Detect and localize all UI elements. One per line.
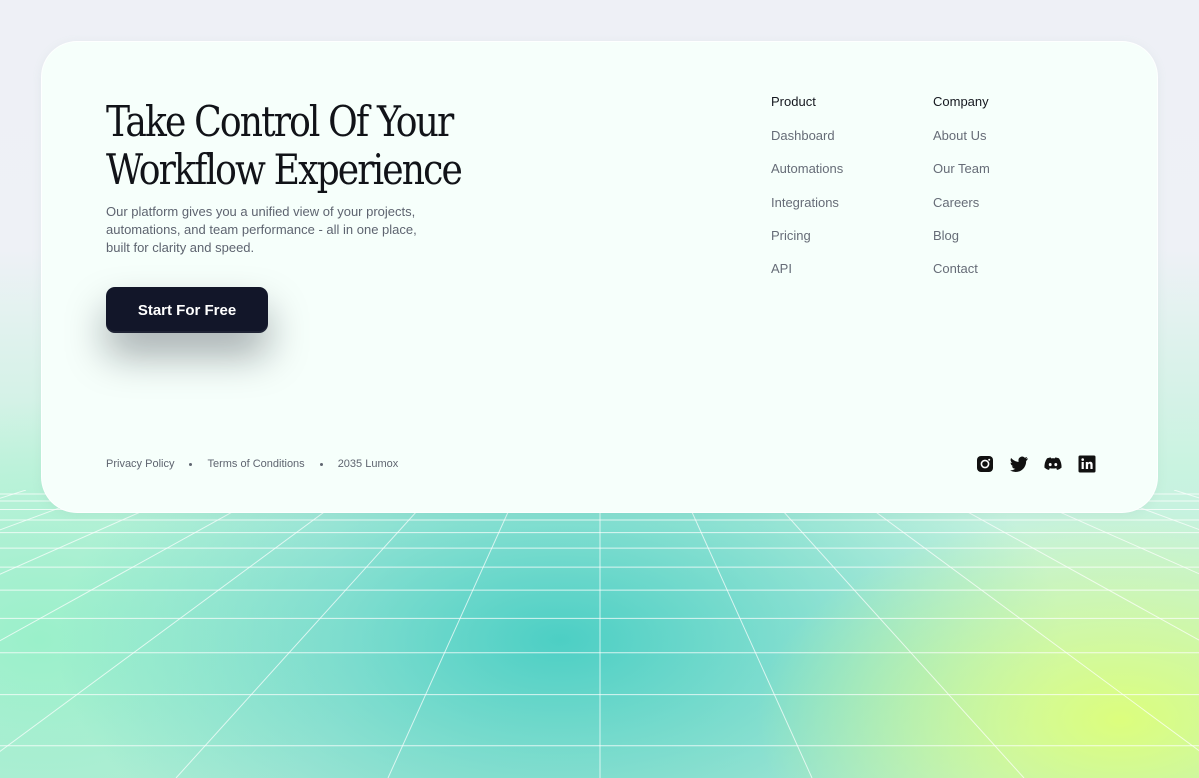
grid-line (175, 490, 437, 778)
twitter-icon[interactable] (1010, 455, 1028, 473)
discord-icon[interactable] (1044, 455, 1062, 473)
link-about-us[interactable]: About Us (933, 129, 990, 143)
hero-title: Take Control Of Your Workflow Experience (106, 98, 467, 194)
link-integrations[interactable]: Integrations (771, 195, 843, 210)
footer-card: Take Control Of Your Workflow Experience… (41, 41, 1158, 513)
link-api[interactable]: API (771, 262, 843, 276)
product-column: Product Dashboard Automations Integratio… (771, 95, 843, 295)
start-for-free-button[interactable]: Start For Free (106, 287, 268, 333)
link-pricing[interactable]: Pricing (771, 228, 843, 243)
hero-title-line-1: Take Control Of Your (106, 97, 454, 146)
instagram-icon[interactable] (976, 455, 994, 473)
terms-link[interactable]: Terms of Conditions (207, 458, 304, 470)
perspective-grid (0, 490, 1199, 778)
company-heading: Company (933, 94, 989, 109)
grid-line (763, 490, 1025, 778)
grid-line (681, 490, 813, 778)
separator-dot (319, 462, 323, 466)
link-automations[interactable]: Automations (771, 162, 843, 176)
link-dashboard[interactable]: Dashboard (771, 129, 843, 143)
grid-line (0, 490, 355, 753)
link-careers[interactable]: Careers (933, 195, 990, 210)
product-heading: Product (771, 94, 816, 109)
copyright-text: 2035 Lumox (337, 458, 399, 470)
separator-dot (189, 462, 193, 466)
grid-line (845, 490, 1199, 752)
link-blog[interactable]: Blog (933, 228, 990, 243)
grid-line (927, 490, 1199, 641)
grid-line (387, 490, 519, 778)
legal-bar: Privacy Policy Terms of Conditions 2035 … (106, 458, 398, 470)
hero-description: Our platform gives you a unified view of… (106, 204, 417, 255)
link-contact[interactable]: Contact (933, 262, 990, 276)
grid-line (1009, 490, 1199, 575)
grid-line (0, 490, 191, 575)
privacy-policy-link[interactable]: Privacy Policy (106, 458, 174, 470)
link-our-team[interactable]: Our Team (933, 162, 990, 176)
linkedin-icon[interactable] (1078, 455, 1096, 473)
company-column: Company About Us Our Team Careers Blog C… (933, 95, 990, 295)
grid-line (0, 490, 273, 642)
hero-title-line-2: Workflow Experience (106, 145, 463, 194)
social-links (976, 455, 1096, 473)
